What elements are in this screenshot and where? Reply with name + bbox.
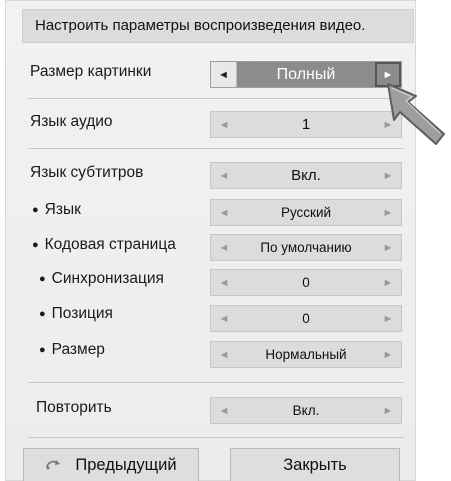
arrow-left-icon[interactable]: ◄ [211, 342, 237, 367]
arrow-right-icon[interactable]: ► [375, 342, 401, 367]
repeat-value: Вкл. [292, 403, 320, 418]
arrow-left-icon[interactable]: ◄ [211, 306, 237, 331]
subtitle-lang-selector[interactable]: ◄ Русский ► [210, 199, 402, 226]
divider [28, 148, 404, 149]
close-button-label: Закрыть [283, 455, 347, 474]
picture-size-value: Полный [237, 62, 375, 87]
audio-language-label: Язык аудио [30, 113, 113, 130]
repeat-selector[interactable]: ◄ Вкл. ► [210, 397, 402, 424]
subtitle-lang-label: Язык [32, 201, 81, 219]
audio-language-value: 1 [301, 116, 311, 133]
size-value: Нормальный [265, 347, 347, 362]
code-page-selector[interactable]: ◄ По умолчанию ► [210, 234, 402, 261]
options-panel: Настроить параметры воспроизведения виде… [5, 0, 416, 481]
picture-size-selector[interactable]: ◄ Полный ► [210, 61, 402, 88]
subtitle-language-label: Язык субтитров [30, 164, 144, 181]
arrow-left-icon[interactable]: ◄ [211, 200, 237, 225]
subtitle-language-selector[interactable]: ◄ Вкл. ► [210, 162, 402, 189]
size-label: Размер [39, 341, 105, 359]
arrow-right-icon[interactable]: ► [375, 163, 401, 188]
size-selector[interactable]: ◄ Нормальный ► [210, 341, 402, 368]
arrow-right-icon[interactable]: ► [375, 306, 401, 331]
divider [28, 98, 404, 99]
sync-selector[interactable]: ◄ 0 ► [210, 269, 402, 296]
repeat-label: Повторить [36, 399, 112, 416]
position-selector[interactable]: ◄ 0 ► [210, 305, 402, 332]
sync-label: Синхронизация [39, 270, 164, 288]
previous-button-label: Предыдущий [75, 455, 177, 474]
arrow-left-icon[interactable]: ◄ [211, 270, 237, 295]
position-label: Позиция [39, 305, 113, 323]
picture-size-label: Размер картинки [30, 63, 152, 80]
subtitle-lang-value: Русский [280, 205, 332, 220]
arrow-right-icon[interactable]: ► [375, 398, 401, 423]
code-page-value: По умолчанию [260, 240, 352, 255]
divider [28, 437, 404, 438]
arrow-left-icon[interactable]: ◄ [211, 163, 237, 188]
arrow-left-icon[interactable]: ◄ [211, 235, 237, 260]
audio-language-selector[interactable]: ◄ 1 ► [210, 111, 402, 138]
return-arrow-icon [45, 458, 63, 473]
arrow-right-icon[interactable]: ► [375, 270, 401, 295]
sync-value: 0 [302, 275, 310, 290]
position-value: 0 [302, 311, 310, 326]
code-page-label: Кодовая страница [32, 236, 176, 254]
arrow-left-icon[interactable]: ◄ [211, 62, 237, 87]
pointer-cursor-icon [387, 83, 445, 145]
arrow-left-icon[interactable]: ◄ [211, 398, 237, 423]
subtitle-language-value: Вкл. [291, 167, 321, 184]
close-button[interactable]: Закрыть [230, 448, 400, 481]
panel-title: Настроить параметры воспроизведения виде… [22, 9, 414, 43]
arrow-right-icon[interactable]: ► [375, 235, 401, 260]
arrow-right-icon[interactable]: ► [375, 200, 401, 225]
arrow-left-icon[interactable]: ◄ [211, 112, 237, 137]
divider [28, 382, 404, 383]
previous-button[interactable]: Предыдущий [23, 448, 199, 481]
